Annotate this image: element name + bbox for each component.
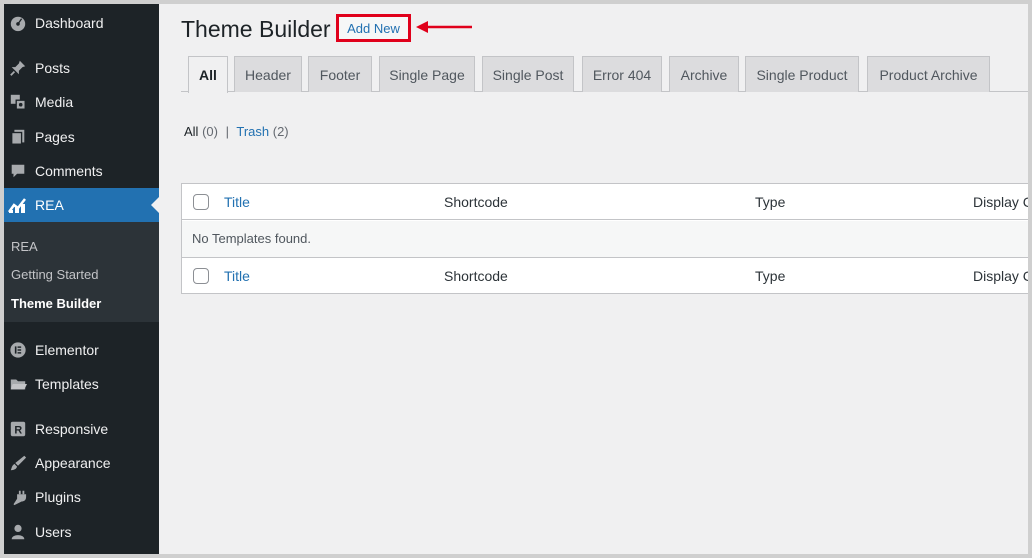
column-display-conditions: Display C: [973, 268, 1032, 284]
tab-single-product[interactable]: Single Product: [745, 56, 859, 92]
menu-comments[interactable]: Comments: [4, 154, 159, 188]
responsive-r-icon: R: [8, 419, 28, 439]
table-empty-row: No Templates found.: [182, 221, 1028, 257]
comment-icon: [8, 161, 28, 181]
menu-appearance[interactable]: Appearance: [4, 446, 159, 480]
tab-product-archive[interactable]: Product Archive: [867, 56, 990, 92]
tab-single-page[interactable]: Single Page: [379, 56, 475, 92]
menu-rea[interactable]: REA: [4, 188, 159, 222]
menu-elementor[interactable]: Elementor: [4, 333, 159, 367]
column-title[interactable]: Title: [224, 268, 250, 284]
menu-plugins[interactable]: Plugins: [4, 480, 159, 514]
templates-table: Title Shortcode Type Display C No Templa…: [181, 183, 1032, 294]
page-title: Theme Builder: [181, 16, 331, 42]
menu-label: Posts: [35, 60, 71, 76]
column-type: Type: [755, 268, 786, 284]
menu-media[interactable]: Media: [4, 85, 159, 119]
menu-label: Templates: [35, 376, 99, 392]
menu-dashboard[interactable]: Dashboard: [4, 6, 159, 40]
dashboard-icon: [8, 13, 28, 33]
pages-icon: [8, 127, 28, 147]
arrow-left-icon: [416, 21, 472, 33]
plug-icon: [8, 487, 28, 507]
submenu-theme-builder[interactable]: Theme Builder: [11, 296, 101, 311]
table-footer-row: Title Shortcode Type Display C: [182, 257, 1032, 293]
empty-message: No Templates found.: [192, 231, 311, 246]
menu-responsive[interactable]: R Responsive: [4, 412, 159, 446]
menu-label: Plugins: [35, 489, 81, 505]
view-separator: |: [225, 124, 229, 139]
column-shortcode: Shortcode: [444, 268, 508, 284]
select-all-checkbox[interactable]: [193, 194, 209, 210]
view-all-count: (0): [202, 124, 218, 139]
tab-single-post[interactable]: Single Post: [482, 56, 574, 92]
column-shortcode: Shortcode: [444, 194, 508, 210]
menu-label: Users: [35, 524, 72, 540]
svg-text:R: R: [14, 425, 22, 437]
tab-archive[interactable]: Archive: [669, 56, 739, 92]
menu-users[interactable]: Users: [4, 515, 159, 549]
menu-label: Responsive: [35, 421, 109, 437]
rea-submenu: REA Getting Started Theme Builder: [4, 222, 159, 322]
column-title[interactable]: Title: [224, 194, 250, 210]
select-all-checkbox-footer[interactable]: [193, 268, 209, 284]
tab-all[interactable]: All: [188, 56, 228, 93]
menu-label: Appearance: [35, 455, 111, 471]
wp-admin-window: Dashboard Posts Media Pages Comments REA…: [0, 0, 1032, 558]
user-icon: [8, 522, 28, 542]
tab-header[interactable]: Header: [234, 56, 302, 92]
menu-label: REA: [35, 197, 64, 213]
elementor-icon: [8, 340, 28, 360]
view-all[interactable]: All: [184, 124, 198, 139]
chart-icon: [8, 195, 28, 215]
tab-footer[interactable]: Footer: [308, 56, 372, 92]
menu-pages[interactable]: Pages: [4, 120, 159, 154]
menu-posts[interactable]: Posts: [4, 51, 159, 85]
view-filters: All (0) | Trash (2): [184, 124, 289, 139]
menu-label: Elementor: [35, 342, 99, 358]
column-display-conditions: Display C: [973, 194, 1032, 210]
menu-label: Media: [35, 94, 74, 110]
menu-label: Comments: [35, 163, 103, 179]
table-header-row: Title Shortcode Type Display C: [182, 184, 1032, 220]
folder-icon: [8, 374, 28, 394]
pin-icon: [8, 58, 28, 78]
menu-label: Pages: [35, 129, 75, 145]
submenu-getting-started[interactable]: Getting Started: [11, 267, 98, 282]
brush-icon: [8, 453, 28, 473]
tab-error-404[interactable]: Error 404: [582, 56, 662, 92]
menu-templates[interactable]: Templates: [4, 367, 159, 401]
view-trash[interactable]: Trash: [236, 124, 269, 139]
column-type: Type: [755, 194, 786, 210]
menu-label: Dashboard: [35, 15, 104, 31]
add-new-button[interactable]: Add New: [336, 14, 411, 42]
media-icon: [8, 92, 28, 112]
admin-sidebar: Dashboard Posts Media Pages Comments REA…: [4, 4, 159, 554]
view-trash-count: (2): [272, 124, 289, 139]
submenu-rea[interactable]: REA: [11, 239, 38, 254]
